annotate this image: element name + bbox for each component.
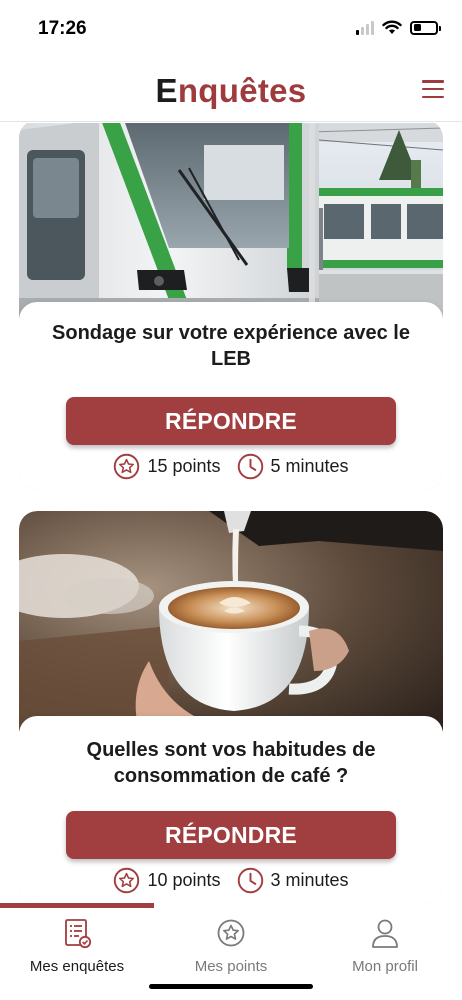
coffee-photo bbox=[19, 511, 443, 731]
home-indicator[interactable] bbox=[149, 984, 313, 989]
survey-card-body: Sondage sur votre expérience avec le LEB… bbox=[19, 302, 443, 490]
survey-meta: 15 points 5 minutes bbox=[19, 452, 443, 480]
survey-duration: 3 minutes bbox=[237, 867, 349, 894]
hamburger-menu-button[interactable] bbox=[422, 80, 444, 98]
survey-card-body: Quelles sont vos habitudes de consommati… bbox=[19, 716, 443, 903]
app-header: Enquêtes bbox=[0, 58, 462, 122]
active-tab-indicator bbox=[0, 903, 154, 908]
star-circle-icon bbox=[217, 919, 245, 947]
survey-card[interactable]: Sondage sur votre expérience avec le LEB… bbox=[19, 123, 443, 490]
page-title-initial: E bbox=[155, 72, 178, 109]
survey-duration-label: 3 minutes bbox=[270, 869, 349, 890]
tab-mes-enquetes[interactable]: Mes enquêtes bbox=[0, 917, 154, 977]
status-icons bbox=[356, 20, 441, 35]
survey-title: Quelles sont vos habitudes de consommati… bbox=[86, 739, 376, 787]
tab-mes-points[interactable]: Mes points bbox=[154, 917, 308, 977]
hamburger-icon-line bbox=[422, 87, 444, 91]
survey-duration-label: 5 minutes bbox=[270, 455, 349, 476]
star-icon bbox=[114, 453, 140, 479]
page-title: Enquêtes bbox=[0, 72, 462, 110]
cellular-signal-icon bbox=[356, 20, 374, 35]
page-title-rest: nquêtes bbox=[177, 72, 307, 109]
survey-points-label: 15 points bbox=[147, 455, 221, 476]
survey-meta: 10 points 3 minutes bbox=[19, 866, 443, 894]
survey-duration: 5 minutes bbox=[237, 453, 349, 480]
survey-list[interactable]: Sondage sur votre expérience avec le LEB… bbox=[0, 123, 462, 903]
tab-label: Mes points bbox=[194, 958, 268, 975]
hamburger-icon-line bbox=[422, 95, 444, 98]
clock-icon bbox=[237, 453, 263, 479]
survey-title: Sondage sur votre expérience avec le LEB bbox=[52, 322, 410, 370]
survey-points: 10 points bbox=[113, 867, 221, 894]
tab-label: Mes enquêtes bbox=[29, 958, 125, 975]
answer-button[interactable]: RÉPONDRE bbox=[66, 811, 396, 859]
star-icon bbox=[114, 867, 140, 893]
hamburger-icon-line bbox=[422, 80, 444, 83]
clock-icon bbox=[237, 867, 263, 893]
survey-list-icon bbox=[65, 919, 92, 949]
status-bar: 17:26 bbox=[0, 0, 462, 58]
user-icon bbox=[372, 919, 398, 948]
answer-button[interactable]: RÉPONDRE bbox=[66, 397, 396, 445]
survey-card[interactable]: Quelles sont vos habitudes de consommati… bbox=[19, 511, 443, 903]
tab-label: Mon profil bbox=[352, 958, 418, 975]
tab-mon-profil[interactable]: Mon profil bbox=[308, 917, 462, 977]
survey-points-label: 10 points bbox=[147, 869, 221, 890]
status-time: 17:26 bbox=[38, 18, 87, 39]
train-photo bbox=[19, 123, 443, 320]
survey-points: 15 points bbox=[113, 453, 221, 480]
wifi-icon bbox=[382, 20, 402, 34]
battery-icon bbox=[410, 20, 441, 35]
